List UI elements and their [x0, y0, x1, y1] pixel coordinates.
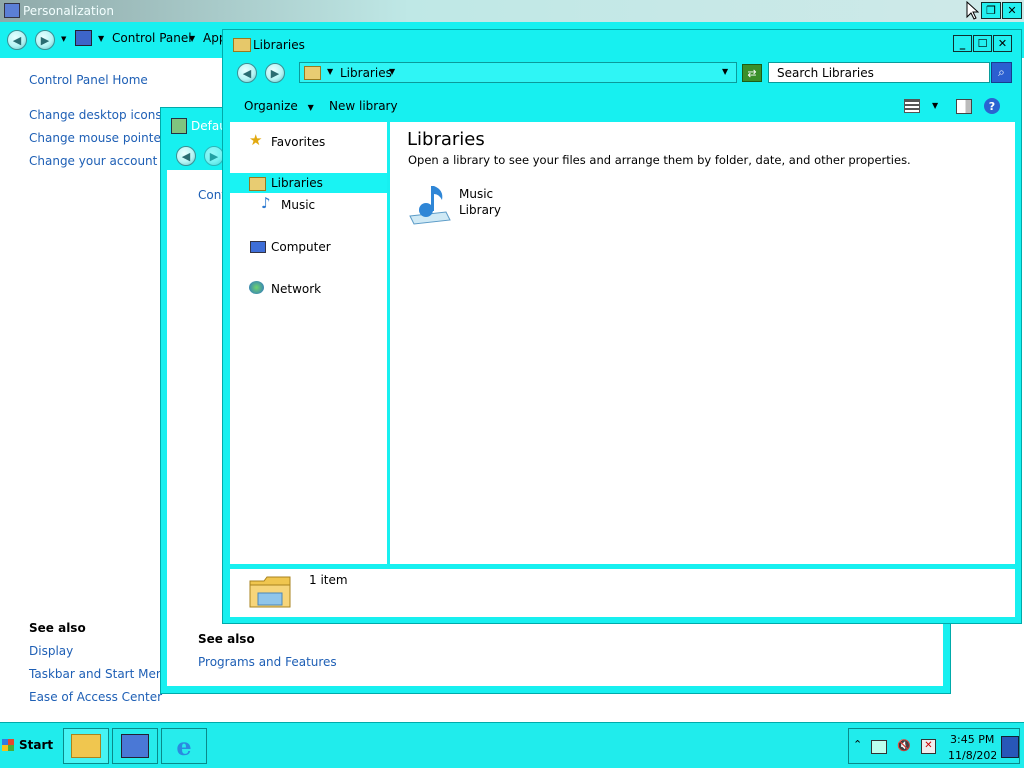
breadcrumb-arrow-icon[interactable]: ▼ — [98, 34, 104, 43]
content-pane: Libraries Open a library to see your fil… — [390, 122, 1015, 564]
details-pane: 1 item — [230, 569, 1015, 617]
libraries-window-title: Libraries — [253, 38, 305, 52]
see-also-heading: See also — [29, 621, 86, 635]
default-programs-icon — [171, 118, 187, 134]
refresh-icon[interactable]: ⇄ — [742, 64, 762, 82]
default-programs-back-button[interactable]: ◀ — [176, 146, 196, 166]
change-view-icon[interactable] — [904, 99, 920, 113]
clock-time[interactable]: 3:45 PM — [950, 733, 994, 746]
libraries-back-button[interactable]: ◀ — [237, 63, 257, 83]
libraries-forward-button[interactable]: ▶ — [265, 63, 285, 83]
libraries-folder-icon — [249, 177, 266, 191]
explorer-taskbar-icon — [71, 734, 101, 758]
back-button[interactable]: ◀ — [7, 30, 27, 50]
view-dropdown-icon[interactable]: ▼ — [932, 101, 938, 110]
nav-music[interactable]: Music — [281, 198, 315, 212]
personalization-close-button[interactable]: ✕ — [1002, 2, 1022, 19]
control-panel-home-link[interactable]: Control Panel Home — [29, 73, 148, 87]
system-tray: ⌃ 🔇 ✕ 3:45 PM 11/8/2023 — [848, 728, 1020, 764]
organize-label: Organize — [244, 99, 298, 113]
control-panel-taskbar-button[interactable] — [112, 728, 158, 764]
display-link[interactable]: Display — [29, 644, 73, 658]
ie-taskbar-button[interactable]: e — [161, 728, 207, 764]
speaker-muted-icon[interactable]: 🔇 — [897, 739, 911, 752]
item-count: 1 item — [309, 573, 348, 587]
explorer-taskbar-button[interactable] — [63, 728, 109, 764]
nav-network[interactable]: Network — [271, 282, 321, 296]
taskbar-start-menu-link[interactable]: Taskbar and Start Menu — [29, 667, 171, 681]
address-arrow-icon-2[interactable]: ▼ — [389, 67, 395, 76]
personalization-app-icon — [4, 3, 20, 18]
content-heading: Libraries — [407, 129, 485, 150]
windows-logo-icon — [2, 739, 14, 751]
network-icon — [249, 281, 264, 294]
programs-and-features-link[interactable]: Programs and Features — [198, 655, 337, 669]
libraries-window-icon — [233, 38, 251, 52]
personalization-titlebar[interactable]: Personalization ❐ ✕ — [0, 0, 1024, 22]
control-panel-taskbar-icon — [121, 734, 149, 758]
personalization-title: Personalization — [23, 4, 114, 18]
clock-date[interactable]: 11/8/2023 — [948, 749, 996, 762]
ease-of-access-link[interactable]: Ease of Access Center — [29, 690, 162, 704]
computer-icon — [250, 241, 266, 253]
forward-button[interactable]: ▶ — [35, 30, 55, 50]
libraries-window: Libraries _ ☐ ✕ ◀ ▶ ▼ Libraries ▼ ▼ ⇄ Se… — [222, 29, 1022, 624]
address-folder-icon — [304, 66, 321, 80]
control-panel-icon — [75, 30, 92, 46]
nav-libraries-selected[interactable]: Libraries — [230, 173, 387, 193]
show-desktop-button[interactable] — [1001, 736, 1019, 758]
address-arrow-icon[interactable]: ▼ — [327, 67, 333, 76]
show-hidden-icons-icon[interactable]: ⌃ — [853, 738, 862, 751]
history-dropdown-icon[interactable]: ▼ — [61, 35, 66, 43]
organize-menu[interactable]: Organize ▼ — [244, 99, 314, 113]
address-text[interactable]: Libraries — [340, 66, 392, 80]
new-library-button[interactable]: New library — [329, 99, 398, 113]
internet-explorer-icon: e — [176, 731, 192, 761]
music-library-label-line2: Library — [459, 203, 501, 217]
content-subtitle: Open a library to see your files and arr… — [408, 153, 911, 167]
nav-computer[interactable]: Computer — [271, 240, 331, 254]
change-account-picture-link[interactable]: Change your account pic — [29, 154, 179, 168]
music-library-item[interactable]: Music Library — [406, 182, 516, 234]
address-dropdown-icon[interactable]: ▼ — [722, 67, 728, 76]
breadcrumb-control-panel[interactable]: Control Panel — [112, 31, 192, 45]
start-label: Start — [19, 738, 54, 752]
address-bar[interactable]: ▼ Libraries ▼ ▼ — [299, 62, 737, 83]
navigation-pane: ★ Favorites Libraries ♪ Music Computer N… — [230, 122, 387, 564]
breadcrumb-arrow-icon-2[interactable]: ▼ — [189, 34, 195, 43]
action-center-icon[interactable]: ✕ — [921, 739, 936, 754]
personalization-restore-button[interactable]: ❐ — [981, 2, 1001, 19]
minimize-button[interactable]: _ — [953, 35, 972, 52]
preview-pane-icon[interactable] — [956, 99, 972, 114]
music-library-icon — [406, 182, 452, 228]
change-desktop-icons-link[interactable]: Change desktop icons — [29, 108, 162, 122]
mouse-cursor-icon — [966, 0, 980, 23]
search-placeholder: Search Libraries — [777, 66, 874, 80]
organize-arrow-icon: ▼ — [307, 103, 314, 112]
help-icon[interactable]: ? — [984, 98, 1000, 114]
search-input[interactable]: Search Libraries — [768, 62, 990, 83]
default-programs-forward-button[interactable]: ▶ — [204, 146, 224, 166]
default-programs-see-also-heading: See also — [198, 632, 255, 646]
details-library-icon — [248, 573, 292, 611]
search-icon[interactable]: ⌕ — [991, 62, 1012, 83]
favorites-star-icon: ★ — [249, 131, 263, 149]
nav-favorites[interactable]: Favorites — [271, 135, 325, 149]
music-library-label-line1: Music — [459, 187, 494, 201]
maximize-button[interactable]: ☐ — [973, 35, 992, 52]
close-button[interactable]: ✕ — [993, 35, 1012, 52]
change-mouse-pointers-link[interactable]: Change mouse pointers — [29, 131, 172, 145]
start-button[interactable]: Start — [2, 733, 53, 757]
nav-libraries-label: Libraries — [271, 176, 323, 190]
network-tray-icon[interactable] — [871, 740, 887, 754]
taskbar: Start e ⌃ 🔇 ✕ 3:45 PM 11/8/2023 — [0, 722, 1024, 768]
music-note-icon: ♪ — [261, 194, 271, 212]
